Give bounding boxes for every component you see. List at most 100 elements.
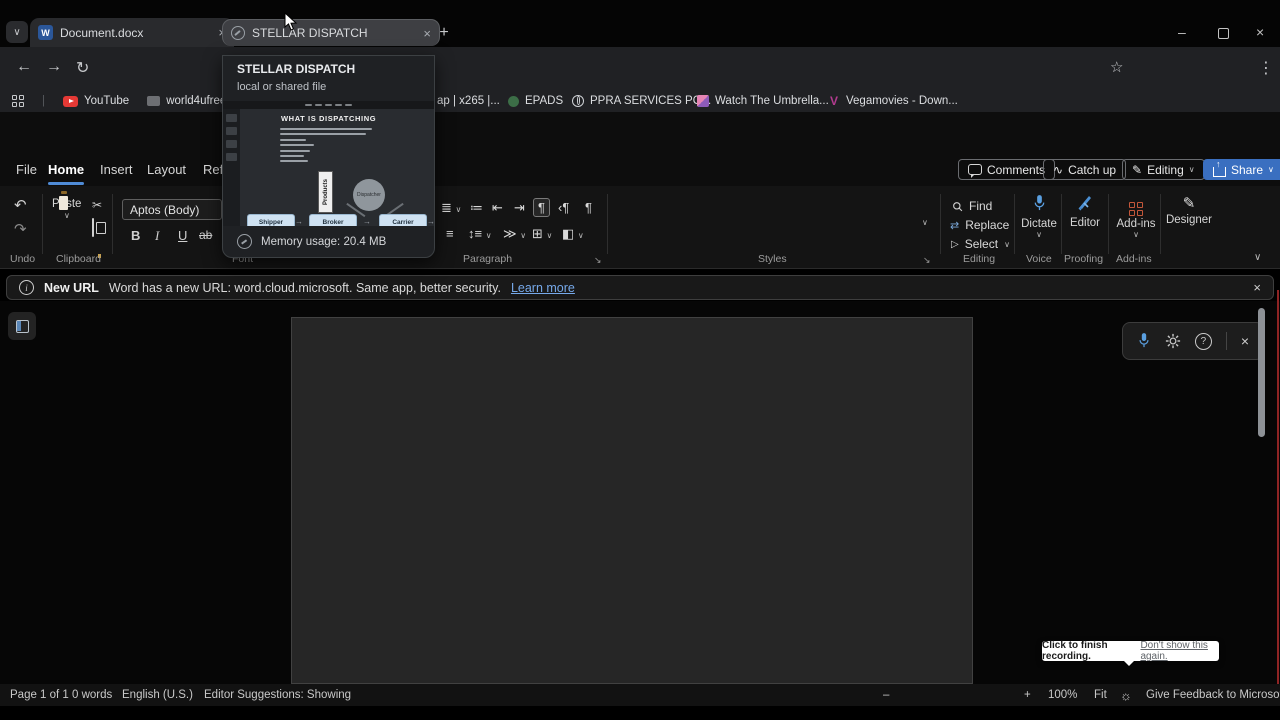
paragraph-dialog-launcher[interactable]: ↘ <box>594 255 602 266</box>
editor-button[interactable]: Editor <box>1067 194 1103 229</box>
zoom-out-button[interactable]: – <box>883 689 889 701</box>
vertical-scrollbar[interactable] <box>1258 308 1265 437</box>
gauge-icon <box>237 234 252 249</box>
apps-grid-icon[interactable] <box>12 95 24 107</box>
back-button[interactable]: ← <box>16 58 32 76</box>
kebab-icon: ⋮ <box>1258 60 1274 77</box>
shading-button[interactable]: ◧ ∨ <box>562 226 584 242</box>
word-count[interactable]: 0 words <box>72 689 112 701</box>
help-icon[interactable]: ? <box>1195 333 1212 350</box>
tab-insert[interactable]: Insert <box>100 162 133 177</box>
minus-icon: – <box>883 689 889 701</box>
redo-button[interactable]: ↷ <box>14 220 27 238</box>
editing-mode-button[interactable]: ✎Editing∨ <box>1122 159 1205 180</box>
zoom-percent[interactable]: 100% <box>1048 689 1077 701</box>
tab-document-docx[interactable]: W Document.docx × <box>30 18 234 47</box>
strikethrough-button[interactable]: ab <box>199 228 212 242</box>
tab-stellar-dispatch[interactable]: STELLAR DISPATCH × <box>222 19 440 46</box>
underline-button[interactable]: U <box>178 228 187 243</box>
bold-button[interactable]: B <box>131 228 140 243</box>
banner-close-button[interactable]: × <box>1253 280 1261 295</box>
browser-tab-strip: ∨ W Document.docx × STELLAR DISPATCH × +… <box>0 0 1280 47</box>
designer-button[interactable]: ✎ Designer <box>1164 194 1214 226</box>
bookmark-x265[interactable]: ap | x265 |... <box>437 95 500 107</box>
window-maximize-button[interactable] <box>1218 28 1229 39</box>
language[interactable]: English (U.S.) <box>122 689 193 701</box>
banner-badge: New URL <box>44 281 99 295</box>
rtl-paragraph-button[interactable]: ‹¶ <box>558 200 569 215</box>
bookmark-vegamovies[interactable]: VVegamovies - Down... <box>828 95 958 107</box>
bookmark-epads[interactable]: EPADS <box>508 95 563 107</box>
bookmark-umbrella[interactable]: Watch The Umbrella... <box>697 95 829 107</box>
page-count[interactable]: Page 1 of 1 <box>10 689 69 701</box>
comment-icon <box>968 164 982 175</box>
add-ins-button[interactable]: Add-ins ∨ <box>1114 195 1158 239</box>
window-minimize-button[interactable]: – <box>1178 24 1186 40</box>
navigation-pane-toggle[interactable] <box>8 312 36 340</box>
close-toolbar-button[interactable]: × <box>1241 333 1249 349</box>
tab-references[interactable]: Ref <box>203 162 223 177</box>
ribbon: ↶ ↷ Undo Paste ∨ ✂ Clipboard Aptos (Body… <box>0 186 1280 269</box>
comments-button[interactable]: Comments <box>958 159 1055 180</box>
brightness-icon[interactable]: ☼ <box>1120 688 1132 703</box>
multilevel-list-button[interactable]: ≫ ∨ <box>503 226 526 242</box>
group-label-clipboard: Clipboard <box>56 253 101 265</box>
chevron-down-icon: ∨ <box>578 231 584 240</box>
dont-show-again-link[interactable]: Don't show this again. <box>1140 640 1219 662</box>
increase-indent-button[interactable]: ⇥ <box>514 200 525 216</box>
line-spacing-button[interactable]: ↕≡ ∨ <box>468 226 492 241</box>
borders-button[interactable]: ⊞ ∨ <box>532 226 552 242</box>
bookmark-ppra[interactable]: PPRA SERVICES PO... <box>572 95 711 107</box>
fit-label[interactable]: Fit <box>1094 689 1107 701</box>
tab-file[interactable]: File <box>16 162 37 177</box>
forward-button[interactable]: → <box>46 58 62 76</box>
document-page[interactable] <box>291 317 973 684</box>
learn-more-link[interactable]: Learn more <box>511 281 575 295</box>
browser-menu-button[interactable]: ⋮ <box>1258 58 1274 78</box>
catch-up-button[interactable]: ∿Catch up <box>1043 159 1126 180</box>
share-button[interactable]: Share∨ <box>1203 159 1280 180</box>
dictate-button[interactable]: Dictate ∨ <box>1020 194 1058 239</box>
replace-button[interactable]: ⇄ Replace <box>950 218 1009 232</box>
align-button[interactable]: ≡ <box>446 226 454 241</box>
zoom-in-button[interactable]: + <box>1024 689 1031 701</box>
styles-dialog-launcher[interactable]: ↘ <box>923 255 931 266</box>
preview-subtitle: local or shared file <box>237 81 326 93</box>
mouse-cursor <box>283 12 299 32</box>
reload-button[interactable]: ↻ <box>76 58 89 78</box>
close-tab-icon[interactable]: × <box>423 26 431 41</box>
star-icon: ☆ <box>1110 59 1123 76</box>
window-close-button[interactable]: × <box>1256 24 1264 40</box>
ltr-paragraph-button[interactable]: ¶ <box>585 200 592 215</box>
tab-search-button[interactable]: ∨ <box>6 21 28 43</box>
decrease-indent-button[interactable]: ⇤ <box>492 200 503 216</box>
show-paragraph-marks-button[interactable]: ¶ <box>533 198 550 217</box>
collapse-ribbon-chevron[interactable]: ∨ <box>1254 252 1261 263</box>
styles-gallery-chevron[interactable]: ∨ <box>922 218 928 227</box>
divider <box>940 194 941 254</box>
gear-icon[interactable] <box>1165 333 1181 349</box>
feedback-link[interactable]: Give Feedback to Microsoft <box>1146 689 1280 701</box>
bookmark-youtube[interactable]: YouTube <box>63 95 129 107</box>
tab-home[interactable]: Home <box>48 162 84 177</box>
numbering-button[interactable]: ≔ <box>470 200 483 216</box>
italic-button[interactable]: I <box>155 228 159 244</box>
paste-button[interactable]: Paste ∨ <box>56 193 81 220</box>
close-icon: × <box>1241 333 1249 349</box>
bookmark-star-button[interactable]: ☆ <box>1110 58 1123 76</box>
bullets-button[interactable]: ≣ ∨ <box>441 200 461 216</box>
find-button[interactable]: Find <box>952 199 992 213</box>
microphone-icon[interactable] <box>1137 332 1151 350</box>
cut-button[interactable]: ✂ <box>92 198 102 212</box>
new-tab-button[interactable]: + <box>433 22 455 44</box>
tab-layout[interactable]: Layout <box>147 162 186 177</box>
copy-button[interactable] <box>92 218 94 237</box>
bookmarks-bar: | YouTube world4ufree | Dow ap | x265 |.… <box>0 90 1280 112</box>
thumb-node-broker: Broker <box>309 214 357 226</box>
preview-thumbnail: WHAT IS DISPATCHING Products Dispatcher … <box>223 101 434 226</box>
select-button[interactable]: ▷ Select ∨ <box>951 237 1010 251</box>
memory-usage: Memory usage: 20.4 MB <box>237 234 386 249</box>
editor-suggestions[interactable]: Editor Suggestions: Showing <box>204 689 351 701</box>
font-name-combobox[interactable]: Aptos (Body) <box>122 199 222 220</box>
undo-button[interactable]: ↶ <box>14 196 27 214</box>
